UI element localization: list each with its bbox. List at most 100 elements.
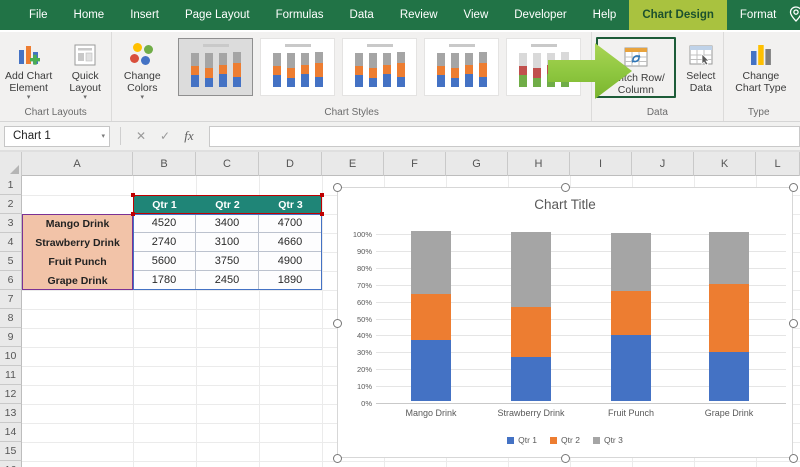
bar-segment-qtr-1[interactable] <box>411 340 451 401</box>
row-header-12[interactable]: 12 <box>0 385 22 404</box>
bar-segment-qtr-3[interactable] <box>709 232 749 284</box>
select-all-button[interactable] <box>0 152 22 176</box>
row-header-6[interactable]: 6 <box>0 271 22 290</box>
chart-style-thumbnail-2[interactable] <box>260 38 335 96</box>
chart-selection-handle[interactable] <box>333 454 342 463</box>
chart-selection-handle[interactable] <box>333 319 342 328</box>
row-header-16[interactable]: 16 <box>0 461 22 467</box>
column-header-L[interactable]: L <box>756 152 800 176</box>
chart-selection-handle[interactable] <box>789 183 798 192</box>
name-box[interactable]: Chart 1 ▾ <box>4 125 110 147</box>
legend-item-qtr-3[interactable]: Qtr 3 <box>592 435 623 445</box>
menu-tab-view[interactable]: View <box>451 0 502 30</box>
chart-legend[interactable]: Qtr 1 Qtr 2 Qtr 3 <box>338 435 792 445</box>
column-header-B[interactable]: B <box>133 152 196 176</box>
row-header-5[interactable]: 5 <box>0 252 22 271</box>
enter-icon[interactable]: ✓ <box>153 129 177 143</box>
cell-value[interactable]: 4660 <box>259 233 322 252</box>
cell-value[interactable]: 1780 <box>133 271 196 290</box>
menu-tab-home[interactable]: Home <box>61 0 118 30</box>
change-chart-type-button[interactable]: Change Chart Type <box>730 37 792 94</box>
cell-quarter-header[interactable]: Qtr 1 <box>133 195 196 214</box>
column-header-E[interactable]: E <box>322 152 384 176</box>
column-header-A[interactable]: A <box>22 152 133 176</box>
row-header-1[interactable]: 1 <box>0 176 22 195</box>
cell-value[interactable]: 4520 <box>133 214 196 233</box>
cell-row-label[interactable]: Fruit Punch <box>22 252 133 271</box>
cell-value[interactable]: 1890 <box>259 271 322 290</box>
cell-row-label[interactable]: Strawberry Drink <box>22 233 133 252</box>
row-header-4[interactable]: 4 <box>0 233 22 252</box>
bar-segment-qtr-2[interactable] <box>511 307 551 357</box>
chart-object[interactable]: Chart Title Qtr 1 Qtr 2 Qtr 3 0% 10% 20% 30% 4… <box>333 183 798 463</box>
bar-fruit-punch[interactable] <box>611 233 651 401</box>
tell-me[interactable]: T <box>789 0 800 30</box>
row-header-9[interactable]: 9 <box>0 328 22 347</box>
menu-tab-review[interactable]: Review <box>387 0 451 30</box>
row-header-2[interactable]: 2 <box>0 195 22 214</box>
bar-segment-qtr-2[interactable] <box>709 284 749 352</box>
menu-tab-format[interactable]: Format <box>727 0 789 30</box>
menu-tab-page-layout[interactable]: Page Layout <box>172 0 263 30</box>
menu-tab-data[interactable]: Data <box>337 0 387 30</box>
cell-quarter-header[interactable]: Qtr 2 <box>196 195 259 214</box>
chart-title[interactable]: Chart Title <box>338 197 792 212</box>
bar-segment-qtr-2[interactable] <box>411 294 451 340</box>
column-header-F[interactable]: F <box>384 152 446 176</box>
column-header-C[interactable]: C <box>196 152 259 176</box>
row-header-13[interactable]: 13 <box>0 404 22 423</box>
cell-value[interactable]: 2450 <box>196 271 259 290</box>
bar-segment-qtr-3[interactable] <box>411 231 451 294</box>
column-header-K[interactable]: K <box>694 152 756 176</box>
menu-tab-insert[interactable]: Insert <box>117 0 172 30</box>
legend-item-qtr-1[interactable]: Qtr 1 <box>507 435 537 445</box>
cell-value[interactable]: 3750 <box>196 252 259 271</box>
insert-function-icon[interactable]: fx <box>177 128 201 144</box>
row-header-8[interactable]: 8 <box>0 309 22 328</box>
bar-strawberry-drink[interactable] <box>511 232 551 401</box>
row-header-3[interactable]: 3 <box>0 214 22 233</box>
cell-value[interactable]: 4900 <box>259 252 322 271</box>
row-header-10[interactable]: 10 <box>0 347 22 366</box>
row-header-15[interactable]: 15 <box>0 442 22 461</box>
column-header-I[interactable]: I <box>570 152 632 176</box>
add-chart-element-button[interactable]: Add Chart Element ▾ <box>1 37 56 101</box>
bar-segment-qtr-1[interactable] <box>611 335 651 401</box>
menu-tab-formulas[interactable]: Formulas <box>263 0 337 30</box>
bar-grape-drink[interactable] <box>709 232 749 401</box>
bar-segment-qtr-1[interactable] <box>511 357 551 401</box>
column-header-D[interactable]: D <box>259 152 322 176</box>
bar-segment-qtr-2[interactable] <box>611 291 651 335</box>
bar-segment-qtr-3[interactable] <box>611 233 651 291</box>
cell-value[interactable]: 2740 <box>133 233 196 252</box>
bar-mango-drink[interactable] <box>411 231 451 401</box>
change-colors-button[interactable]: Change Colors ▾ <box>114 37 170 101</box>
cell-row-label[interactable]: Grape Drink <box>22 271 133 290</box>
row-header-11[interactable]: 11 <box>0 366 22 385</box>
cell-quarter-header[interactable]: Qtr 3 <box>259 195 322 214</box>
column-header-H[interactable]: H <box>508 152 570 176</box>
chart-selection-handle[interactable] <box>789 319 798 328</box>
menu-tab-help[interactable]: Help <box>580 0 630 30</box>
formula-input[interactable] <box>209 125 800 147</box>
chart-selection-handle[interactable] <box>561 454 570 463</box>
bar-segment-qtr-1[interactable] <box>709 352 749 401</box>
chart-style-thumbnail-4[interactable] <box>424 38 499 96</box>
menu-tab-chart-design[interactable]: Chart Design <box>629 0 727 30</box>
column-header-G[interactable]: G <box>446 152 508 176</box>
row-header-14[interactable]: 14 <box>0 423 22 442</box>
cell-row-label[interactable]: Mango Drink <box>22 214 133 233</box>
menu-tab-developer[interactable]: Developer <box>501 0 579 30</box>
quick-layout-button[interactable]: Quick Layout ▾ <box>60 37 110 101</box>
chart-style-thumbnail-3[interactable] <box>342 38 417 96</box>
chart-style-thumbnail-1[interactable] <box>178 38 253 96</box>
cell-value[interactable]: 5600 <box>133 252 196 271</box>
cancel-icon[interactable]: ✕ <box>129 129 153 143</box>
cell-value[interactable]: 3400 <box>196 214 259 233</box>
cell-value[interactable]: 3100 <box>196 233 259 252</box>
chart-selection-handle[interactable] <box>789 454 798 463</box>
row-header-7[interactable]: 7 <box>0 290 22 309</box>
bar-segment-qtr-3[interactable] <box>511 232 551 307</box>
column-header-J[interactable]: J <box>632 152 694 176</box>
legend-item-qtr-2[interactable]: Qtr 2 <box>550 435 580 445</box>
